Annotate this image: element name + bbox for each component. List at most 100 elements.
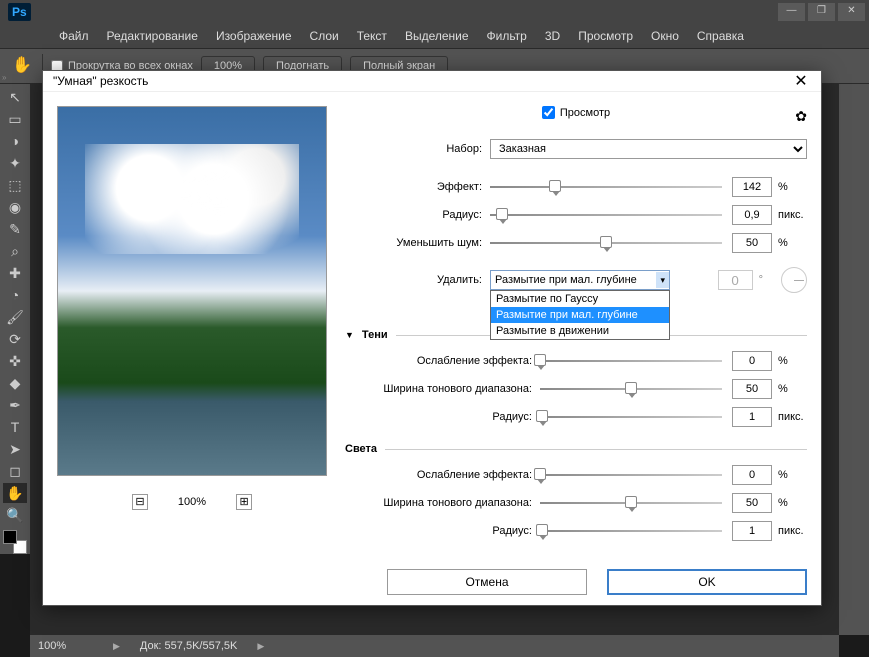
amount-label: Эффект: <box>345 181 490 193</box>
angle-input[interactable] <box>718 270 753 290</box>
amount-input[interactable] <box>732 177 772 197</box>
shadow-radius-slider[interactable] <box>540 415 722 419</box>
menu-view[interactable]: Просмотр <box>569 25 642 47</box>
status-doc-size: 557,5K/557,5K <box>165 640 238 652</box>
noise-label: Уменьшить шум: <box>345 237 490 249</box>
highlight-radius-input[interactable] <box>732 521 772 541</box>
brush-tool[interactable]: ⌕ <box>3 241 27 261</box>
remove-option-motion[interactable]: Размытие в движении <box>491 323 669 339</box>
blur-tool[interactable]: ✜ <box>3 351 27 371</box>
hand-icon: ✋ <box>10 54 34 78</box>
dialog-titlebar: "Умная" резкость ✕ <box>43 71 821 92</box>
status-zoom[interactable]: 100% <box>38 640 93 652</box>
path-tool[interactable]: ➤ <box>3 439 27 459</box>
shadow-tonal-slider[interactable] <box>540 387 722 391</box>
move-tool[interactable]: ↖ <box>3 87 27 107</box>
shadow-radius-input[interactable] <box>732 407 772 427</box>
restore-button[interactable]: ❐ <box>808 3 835 21</box>
menu-type[interactable]: Текст <box>348 25 396 47</box>
noise-unit: % <box>772 237 807 249</box>
menu-file[interactable]: Файл <box>50 25 98 47</box>
amount-slider[interactable] <box>490 185 722 189</box>
shape-tool[interactable]: ◻ <box>3 461 27 481</box>
dodge-tool[interactable]: ◆ <box>3 373 27 393</box>
zoom-tool[interactable]: 🔍 <box>3 505 27 525</box>
cancel-button[interactable]: Отмена <box>387 569 587 595</box>
remove-label: Удалить: <box>345 274 490 286</box>
shadow-radius-label: Радиус: <box>345 411 540 423</box>
menu-3d[interactable]: 3D <box>536 25 569 47</box>
hand-tool[interactable]: ✋ <box>3 483 27 503</box>
menu-layer[interactable]: Слои <box>301 25 348 47</box>
noise-input[interactable] <box>732 233 772 253</box>
app-logo: Ps <box>8 3 31 21</box>
dialog-close-button[interactable]: ✕ <box>791 71 811 91</box>
chevron-icon: ▶ <box>113 641 120 652</box>
remove-option-gauss[interactable]: Размытие по Гауссу <box>491 291 669 307</box>
preview-image[interactable] <box>57 106 327 476</box>
type-tool[interactable]: T <box>3 417 27 437</box>
preset-select[interactable]: Заказная <box>490 139 807 159</box>
preview-checkbox[interactable]: Просмотр <box>542 106 610 119</box>
heal-tool[interactable]: ✎ <box>3 219 27 239</box>
close-button[interactable]: ✕ <box>838 3 865 21</box>
color-swatches[interactable] <box>3 530 27 554</box>
right-panel <box>839 84 869 635</box>
fg-color-swatch[interactable] <box>3 530 17 544</box>
menu-filter[interactable]: Фильтр <box>478 25 536 47</box>
toolbar: ↖ ▭ ◑ ✦ ⬚ ◉ ✎ ⌕ ✚ ◔ 🖌 ⟳ ✜ ◆ ✒ T ➤ ◻ ✋ 🔍 <box>0 84 30 554</box>
history-brush-tool[interactable]: ◔ <box>3 285 27 305</box>
menu-select[interactable]: Выделение <box>396 25 478 47</box>
menu-edit[interactable]: Редактирование <box>98 25 207 47</box>
smart-sharpen-dialog: "Умная" резкость ✕ ⊟ 100% ⊞ Просмотр ✿ <box>42 70 822 606</box>
highlights-section-header[interactable]: Света <box>345 437 807 461</box>
crop-tool[interactable]: ⬚ <box>3 175 27 195</box>
radius-slider[interactable] <box>490 213 722 217</box>
stamp-tool[interactable]: ✚ <box>3 263 27 283</box>
pen-tool[interactable]: ✒ <box>3 395 27 415</box>
lasso-tool[interactable]: ◑ <box>3 131 27 151</box>
gradient-tool[interactable]: ⟳ <box>3 329 27 349</box>
minimize-button[interactable]: — <box>778 3 805 21</box>
highlight-radius-slider[interactable] <box>540 529 722 533</box>
triangle-down-icon: ▼ <box>345 330 354 340</box>
highlight-fade-slider[interactable] <box>540 473 722 477</box>
status-bar: 100% ▶ Док: 557,5K/557,5K ▶ <box>30 635 839 657</box>
ok-button[interactable]: OK <box>607 569 807 595</box>
eyedropper-tool[interactable]: ◉ <box>3 197 27 217</box>
menu-help[interactable]: Справка <box>688 25 753 47</box>
degree-symbol: ° <box>759 274 763 286</box>
highlight-tonal-label: Ширина тонового диапазона: <box>345 497 540 509</box>
titlebar: Ps — ❐ ✕ <box>0 0 869 24</box>
wand-tool[interactable]: ✦ <box>3 153 27 173</box>
marquee-tool[interactable]: ▭ <box>3 109 27 129</box>
highlight-radius-label: Радиус: <box>345 525 540 537</box>
panel-toggle-icon[interactable]: » <box>2 73 6 82</box>
menu-window[interactable]: Окно <box>642 25 688 47</box>
gear-icon[interactable]: ✿ <box>795 108 807 125</box>
radius-unit: пикс. <box>772 209 807 221</box>
highlight-tonal-slider[interactable] <box>540 501 722 505</box>
angle-dial[interactable] <box>781 267 807 293</box>
status-doc-label: Док: <box>140 640 162 652</box>
menubar: Файл Редактирование Изображение Слои Тек… <box>0 24 869 48</box>
chevron-down-icon: ▾ <box>656 272 669 288</box>
zoom-out-button[interactable]: ⊟ <box>132 494 148 510</box>
highlight-fade-input[interactable] <box>732 465 772 485</box>
radius-input[interactable] <box>732 205 772 225</box>
eraser-tool[interactable]: 🖌 <box>3 307 27 327</box>
preview-checkbox-label: Просмотр <box>560 107 610 119</box>
remove-select[interactable]: Размытие при мал. глубине ▾ <box>490 270 670 290</box>
preset-label: Набор: <box>345 143 490 155</box>
amount-unit: % <box>772 181 807 193</box>
highlight-fade-label: Ослабление эффекта: <box>345 469 540 481</box>
zoom-in-button[interactable]: ⊞ <box>236 494 252 510</box>
menu-image[interactable]: Изображение <box>207 25 301 47</box>
remove-option-lens[interactable]: Размытие при мал. глубине <box>491 307 669 323</box>
noise-slider[interactable] <box>490 241 722 245</box>
shadow-fade-input[interactable] <box>732 351 772 371</box>
shadow-tonal-input[interactable] <box>732 379 772 399</box>
shadow-fade-slider[interactable] <box>540 359 722 363</box>
highlight-tonal-input[interactable] <box>732 493 772 513</box>
chevron-icon[interactable]: ▶ <box>257 641 264 652</box>
